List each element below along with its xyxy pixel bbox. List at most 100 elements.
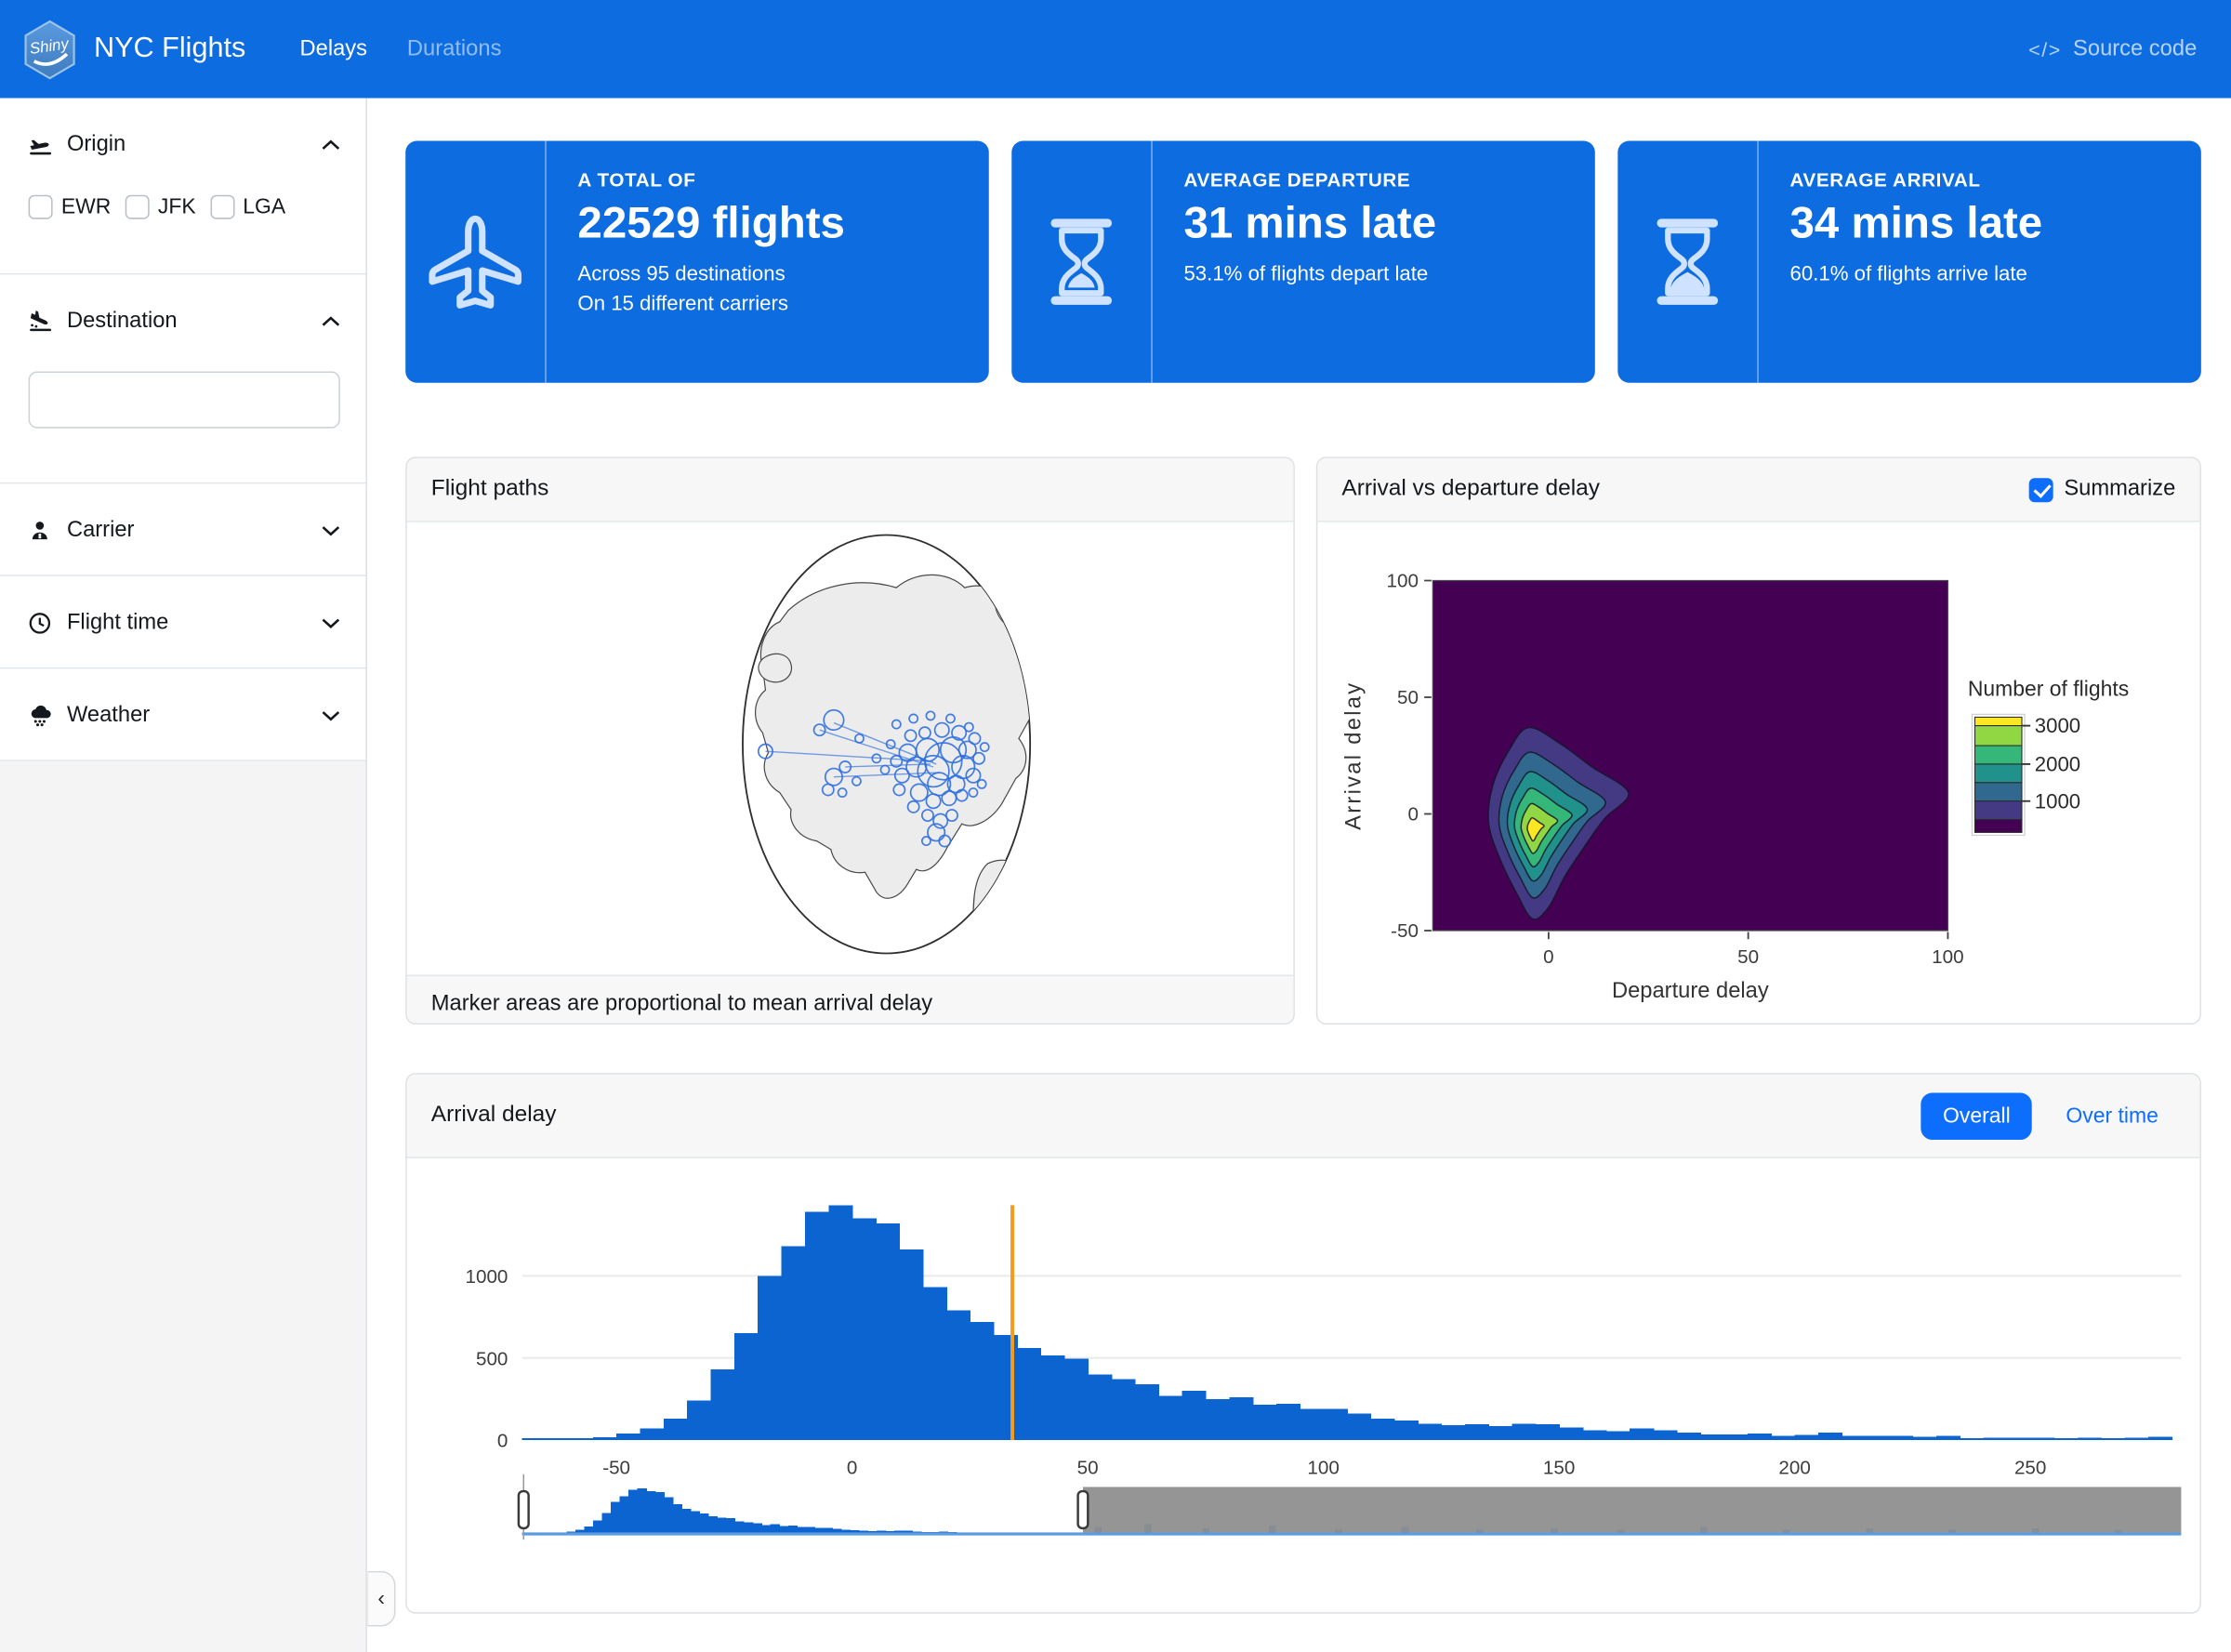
- sidebar: Origin EWR JFK: [0, 99, 367, 1652]
- checkbox-lga-box[interactable]: [210, 195, 234, 219]
- checkbox-jfk-box[interactable]: [125, 195, 150, 219]
- hourglass-icon: [1617, 141, 1759, 383]
- value-box-total-flights: A TOTAL OF 22529 flights Across 95 desti…: [405, 141, 989, 383]
- svg-text:50: 50: [1397, 687, 1419, 708]
- destination-input[interactable]: [29, 371, 340, 428]
- plane-arrival-icon: [29, 311, 55, 333]
- chevron-down-icon: [322, 703, 340, 729]
- chevron-up-icon: [322, 132, 340, 158]
- weather-label: Weather: [67, 703, 150, 729]
- sidebar-background: [0, 761, 365, 1652]
- flight-paths-title: Flight paths: [431, 477, 549, 503]
- arrival-delay-card: Arrival delay Overall Over time 05001000…: [405, 1073, 2201, 1614]
- svg-text:500: 500: [476, 1348, 508, 1369]
- svg-text:Arrival delay: Arrival delay: [1341, 681, 1366, 830]
- rangeslider-left-handle[interactable]: [519, 1491, 529, 1528]
- svg-text:50: 50: [1077, 1458, 1099, 1479]
- user-icon: [29, 520, 55, 542]
- plane-departure-icon: [29, 134, 55, 156]
- value-box-title: AVERAGE DEPARTURE: [1183, 169, 1436, 191]
- navbar-tabs: Delays Durations: [300, 36, 502, 62]
- sidebar-section-flight-time: Flight time: [0, 576, 365, 668]
- svg-text:-50: -50: [1391, 920, 1419, 942]
- value-box-avg-departure: AVERAGE DEPARTURE 31 mins late 53.1% of …: [1011, 141, 1595, 383]
- svg-text:50: 50: [1737, 946, 1759, 968]
- sidebar-section-destination: Destination: [0, 274, 365, 483]
- arrival-delay-title: Arrival delay: [431, 1103, 557, 1129]
- origin-checkbox-group: EWR JFK LGA: [29, 195, 340, 219]
- value-box-subtitle: 53.1% of flights depart late: [1183, 260, 1436, 290]
- sidebar-section-weather: Weather: [0, 668, 365, 760]
- flight-paths-map[interactable]: [407, 522, 1294, 975]
- main-content: A TOTAL OF 22529 flights Across 95 desti…: [367, 99, 2231, 1652]
- summarize-label: Summarize: [2064, 477, 2175, 503]
- flight-time-label: Flight time: [67, 611, 168, 637]
- tab-delays[interactable]: Delays: [300, 36, 368, 62]
- value-box-value: 34 mins late: [1790, 196, 2043, 251]
- navbar: Shiny NYC Flights Delays Durations </> S…: [0, 0, 2231, 99]
- value-box-row: A TOTAL OF 22529 flights Across 95 desti…: [405, 141, 2201, 383]
- arrival-vs-departure-title: Arrival vs departure delay: [1341, 477, 1600, 503]
- svg-text:100: 100: [1307, 1458, 1339, 1479]
- svg-text:0: 0: [1543, 946, 1554, 968]
- svg-text:0: 0: [1408, 803, 1419, 825]
- shiny-logo-icon: Shiny: [22, 20, 76, 79]
- value-box-subtitle: Across 95 destinations: [577, 260, 844, 290]
- value-box-title: AVERAGE ARRIVAL: [1790, 169, 2043, 191]
- chevron-up-icon: [322, 309, 340, 335]
- svg-text:Departure delay: Departure delay: [1612, 979, 1769, 1003]
- hourglass-icon: [1011, 141, 1153, 383]
- app: Shiny NYC Flights Delays Durations </> S…: [0, 0, 2231, 1652]
- sidebar-collapse-toggle[interactable]: ‹: [367, 1571, 396, 1627]
- value-box-title: A TOTAL OF: [577, 169, 844, 191]
- overall-button[interactable]: Overall: [1921, 1092, 2032, 1140]
- svg-text:250: 250: [2014, 1458, 2046, 1479]
- svg-text:2000: 2000: [2035, 753, 2080, 776]
- destination-label: Destination: [67, 309, 178, 335]
- sidebar-section-carrier: Carrier: [0, 483, 365, 575]
- chevron-down-icon: [322, 518, 340, 544]
- svg-text:1000: 1000: [2035, 789, 2080, 813]
- checkbox-lga[interactable]: LGA: [210, 195, 285, 219]
- value-box-value: 31 mins late: [1183, 196, 1436, 251]
- arrival-delay-histogram[interactable]: 05001000-50050100150200250: [407, 1158, 2200, 1614]
- svg-text:3000: 3000: [2035, 714, 2080, 737]
- flight-time-header[interactable]: Flight time: [0, 576, 365, 667]
- clock-icon: [29, 612, 55, 634]
- destination-header[interactable]: Destination: [0, 274, 365, 365]
- source-code-label: Source code: [2073, 36, 2197, 62]
- value-box-value: 22529 flights: [577, 196, 844, 251]
- value-box-avg-arrival: AVERAGE ARRIVAL 34 mins late 60.1% of fl…: [1617, 141, 2201, 383]
- checkbox-jfk[interactable]: JFK: [125, 195, 196, 219]
- svg-text:1000: 1000: [465, 1266, 508, 1288]
- summarize-checkbox[interactable]: [2028, 478, 2053, 502]
- rangeslider-right-handle[interactable]: [1078, 1491, 1089, 1528]
- carrier-label: Carrier: [67, 518, 135, 544]
- chevron-down-icon: [322, 611, 340, 637]
- checkbox-ewr[interactable]: EWR: [29, 195, 112, 219]
- value-box-subtitle: 60.1% of flights arrive late: [1790, 260, 2043, 290]
- checkbox-lga-label: LGA: [243, 195, 285, 219]
- svg-text:0: 0: [497, 1431, 508, 1452]
- svg-text:0: 0: [847, 1458, 858, 1479]
- cloud-rain-icon: [29, 705, 55, 727]
- tab-durations[interactable]: Durations: [407, 36, 502, 62]
- checkbox-jfk-label: JFK: [158, 195, 196, 219]
- flight-paths-card: Flight paths: [405, 456, 1295, 1024]
- summarize-control: Summarize: [2028, 477, 2175, 503]
- navbar-brand[interactable]: NYC Flights: [94, 33, 245, 65]
- svg-text:200: 200: [1778, 1458, 1810, 1479]
- checkbox-ewr-box[interactable]: [29, 195, 53, 219]
- svg-text:-50: -50: [602, 1458, 630, 1479]
- flight-paths-footer-note: Marker areas are proportional to mean ar…: [431, 992, 932, 1018]
- weather-header[interactable]: Weather: [0, 668, 365, 760]
- over-time-button[interactable]: Over time: [2060, 1092, 2164, 1140]
- carrier-header[interactable]: Carrier: [0, 483, 365, 575]
- svg-text:100: 100: [1387, 570, 1419, 591]
- value-box-subtitle: On 15 different carriers: [577, 290, 844, 320]
- svg-text:Number of flights: Number of flights: [1968, 676, 2129, 700]
- origin-label: Origin: [67, 132, 125, 158]
- density-plot[interactable]: 100500-50050100Arrival delayDeparture de…: [1317, 522, 2199, 1024]
- origin-header[interactable]: Origin: [0, 99, 365, 190]
- source-code-link[interactable]: </> Source code: [2028, 36, 2197, 62]
